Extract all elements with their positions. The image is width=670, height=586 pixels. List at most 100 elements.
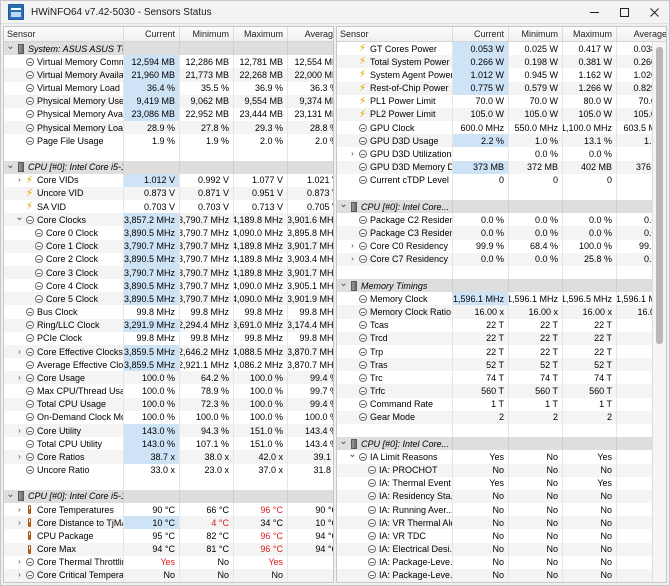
- col-header-average[interactable]: Average: [288, 27, 333, 41]
- sensor-row[interactable]: ›GPU D3D Usage2.2 %1.0 %13.1 %1.5 %: [337, 134, 666, 148]
- sensor-row[interactable]: ⌄ Core Clocks 3,857.2 MHz 3,790.7 MHz 4,189.…: [4, 213, 333, 227]
- sensor-row[interactable]: ›Total CPU Usage100.0 %72.3 %100.0 %99.4…: [4, 397, 333, 411]
- sensor-row[interactable]: ›IA: Running Aver...NoNoNo: [337, 503, 666, 517]
- sensor-row[interactable]: ›Command Rate1 T1 T1 T: [337, 397, 666, 411]
- sensor-row[interactable]: ›CPU Package95 °C82 °C96 °C94 °C: [4, 529, 333, 543]
- sensor-row[interactable]: ›Trp22 T22 T22 T: [337, 344, 666, 359]
- sensor-row[interactable]: ›IA: Residency Sta...NoNoNo: [337, 489, 666, 504]
- sensor-row[interactable]: ›Core C7 Residency0.0 %0.0 %25.8 %0.2 %: [337, 252, 666, 266]
- sensor-row[interactable]: ›Core 5 Clock3,890.5 MHz3,790.7 MHz4,090…: [4, 292, 333, 306]
- sensor-row[interactable]: ›⚡Rest-of-Chip Power0.775 W0.579 W1.266 …: [337, 81, 666, 95]
- chevron-down-icon[interactable]: ⌄: [6, 161, 15, 174]
- sensor-row[interactable]: ›Gear Mode222: [337, 410, 666, 424]
- sensor-row[interactable]: ›⚡PL2 Power Limit105.0 W105.0 W105.0 W10…: [337, 107, 666, 122]
- col-header-minimum[interactable]: Minimum: [180, 27, 234, 41]
- sensor-row[interactable]: ›⚡PL1 Power Limit70.0 W70.0 W80.0 W70.0 …: [337, 94, 666, 108]
- sensor-row[interactable]: ›⚡Core VIDs1.012 V0.992 V1.077 V1.021 V: [4, 173, 333, 187]
- sensor-row[interactable]: ›IA: PROCHOTNoNoNo: [337, 463, 666, 477]
- sensor-row[interactable]: ›IA: Package-Leve...NoNoNo: [337, 568, 666, 582]
- sensor-row[interactable]: ›Page File Usage1.9 %1.9 %2.0 %2.0 %: [4, 134, 333, 148]
- sensor-row[interactable]: ›Tcas22 T22 T22 T: [337, 318, 666, 332]
- sensor-row[interactable]: ›Average Effective Clock3,859.5 MHz2,921…: [4, 358, 333, 372]
- sensor-row[interactable]: ›Core Temperatures90 °C66 °C96 °C90 °C: [4, 503, 333, 517]
- sensor-row[interactable]: ›Package C2 Residency0.0 %0.0 %0.0 %0.0 …: [337, 213, 666, 227]
- sensor-row[interactable]: ›Bus Clock99.8 MHz99.8 MHz99.8 MHz99.8 M…: [4, 305, 333, 319]
- chevron-right-icon[interactable]: ›: [348, 253, 357, 266]
- sensor-group-header[interactable]: ⌄ Memory Timings: [337, 279, 666, 293]
- col-header-maximum-r[interactable]: Maximum: [563, 27, 617, 41]
- sensor-row[interactable]: ›Ring/LLC Clock3,291.9 MHz2,294.4 MHz3,6…: [4, 318, 333, 332]
- sensor-row[interactable]: › Core Effective Clocks 3,859.5 MHz 2,646.2…: [4, 344, 333, 359]
- sensor-row[interactable]: ›Memory Clock1,596.1 MHz1,596.1 MHz1,596…: [337, 292, 666, 306]
- sensor-group-header[interactable]: ⌄ System: ASUS ASUS TUF Gaming F1...: [4, 42, 333, 56]
- sensor-row[interactable]: ›Total CPU Utility143.0 %107.1 %151.0 %1…: [4, 437, 333, 451]
- sensor-group-header[interactable]: ⌄ CPU [#0]: Intel Core i5-11400H: DTS: [4, 489, 333, 504]
- scrollbar-thumb[interactable]: [656, 47, 663, 344]
- sensor-row[interactable]: ›⚡Total System Power0.266 W0.198 W0.381 …: [337, 55, 666, 69]
- chevron-right-icon[interactable]: ›: [15, 424, 24, 437]
- sensor-row[interactable]: ›GPU Clock600.0 MHz550.0 MHz1,100.0 MHz6…: [337, 121, 666, 135]
- sensor-row[interactable]: ›Core 4 Clock3,890.5 MHz3,790.7 MHz4,090…: [4, 279, 333, 293]
- sensor-group-header[interactable]: ⌄ CPU [#0]: Intel Core i5-11400H: [4, 160, 333, 174]
- sensor-row[interactable]: ›Max CPU/Thread Usage100.0 %78.9 %100.0 …: [4, 384, 333, 398]
- chevron-right-icon[interactable]: ›: [348, 147, 357, 160]
- sensor-row[interactable]: ›On-Demand Clock Modulation100.0 %100.0 …: [4, 410, 333, 424]
- sensor-row[interactable]: › Core Ratios 38.7 x38.0 x42.0 x39.1 x: [4, 450, 333, 464]
- sensor-row[interactable]: ›Core 2 Clock3,890.5 MHz3,790.7 MHz4,189…: [4, 252, 333, 266]
- sensor-row[interactable]: ›Core Max94 °C81 °C96 °C94 °C: [4, 542, 333, 556]
- col-header-minimum-r[interactable]: Minimum: [509, 27, 563, 41]
- sensor-row[interactable]: ›Physical Memory Used9,419 MB9,062 MB9,5…: [4, 94, 333, 108]
- col-header-current[interactable]: Current: [124, 27, 180, 41]
- chevron-right-icon[interactable]: ›: [15, 569, 24, 582]
- chevron-right-icon[interactable]: ›: [348, 240, 357, 253]
- sensor-row[interactable]: ›GPU D3D Memory Dy...373 MB372 MB402 MB3…: [337, 160, 666, 174]
- sensor-row[interactable]: ›Package C3 Residency0.0 %0.0 %0.0 %0.0 …: [337, 226, 666, 240]
- sensor-row[interactable]: ›Physical Memory Available23,086 MB22,95…: [4, 107, 333, 122]
- sensor-row[interactable]: ›Current cTDP Level0000: [337, 173, 666, 187]
- chevron-right-icon[interactable]: ›: [15, 371, 24, 384]
- chevron-right-icon[interactable]: ›: [15, 503, 24, 516]
- sensor-row[interactable]: ›IA: Electrical Desi...NoNoNo: [337, 542, 666, 556]
- col-header-sensor-r[interactable]: Sensor: [337, 27, 453, 41]
- chevron-right-icon[interactable]: ›: [15, 516, 24, 529]
- col-header-average-r[interactable]: Average: [617, 27, 666, 41]
- sensor-row[interactable]: ›Trcd22 T22 T22 T: [337, 331, 666, 345]
- sensor-row[interactable]: ›Virtual Memory Available21,960 MB21,773…: [4, 68, 333, 82]
- chevron-down-icon[interactable]: ⌄: [15, 213, 24, 226]
- vertical-scrollbar[interactable]: [652, 42, 666, 582]
- sensor-row[interactable]: ›Trc74 T74 T74 T: [337, 371, 666, 385]
- chevron-down-icon[interactable]: ⌄: [339, 200, 348, 213]
- col-header-current-r[interactable]: Current: [453, 27, 509, 41]
- maximize-button[interactable]: [609, 1, 639, 23]
- sensor-row[interactable]: ›Core 1 Clock3,790.7 MHz3,790.7 MHz4,189…: [4, 239, 333, 253]
- sensor-row[interactable]: ›IA: VR TDCNoNoNo: [337, 529, 666, 543]
- chevron-down-icon[interactable]: ⌄: [348, 450, 357, 463]
- sensor-row[interactable]: ›⚡Uncore VID0.873 V0.871 V0.951 V0.873 V: [4, 186, 333, 201]
- sensor-row[interactable]: ›Virtual Memory Committed12,594 MB12,286…: [4, 55, 333, 69]
- sensor-row[interactable]: ›⚡GT Cores Power0.053 W0.025 W0.417 W0.0…: [337, 42, 666, 56]
- sensor-row[interactable]: ›Tras52 T52 T52 T: [337, 358, 666, 372]
- sensor-row[interactable]: ›Core 0 Clock3,890.5 MHz3,790.7 MHz4,090…: [4, 226, 333, 240]
- close-button[interactable]: [639, 1, 669, 23]
- sensor-row[interactable]: ›Core Usage100.0 %64.2 %100.0 %99.4 %: [4, 371, 333, 385]
- sensor-row[interactable]: ›Core 3 Clock3,790.7 MHz3,790.7 MHz4,189…: [4, 265, 333, 280]
- col-header-sensor[interactable]: Sensor: [4, 27, 124, 41]
- sensor-row[interactable]: › GPU D3D Utilizations 0.0 % 0.0 %: [337, 147, 666, 161]
- chevron-down-icon[interactable]: ⌄: [339, 279, 348, 292]
- sensor-row[interactable]: ›IA: Package-Leve...NoNoNo: [337, 555, 666, 569]
- chevron-down-icon[interactable]: ⌄: [6, 490, 15, 503]
- sensor-row[interactable]: ›Memory Clock Ratio16.00 x16.00 x16.00 x…: [337, 305, 666, 319]
- sensor-row[interactable]: ›⚡System Agent Power1.012 W0.945 W1.162 …: [337, 68, 666, 82]
- sensor-row[interactable]: › Core Thermal Throttling Yes No Yes: [4, 555, 333, 569]
- sensor-row[interactable]: ›IA: Thermal EventYesNoYes: [337, 476, 666, 490]
- chevron-down-icon[interactable]: ⌄: [339, 437, 348, 450]
- sensor-row[interactable]: › Core C0 Residency 99.9 % 68.4 % 100.0 % 99.…: [337, 239, 666, 253]
- sensor-row[interactable]: ›Physical Memory Load28.9 %27.8 %29.3 %2…: [4, 121, 333, 135]
- sensor-row[interactable]: ›Virtual Memory Load36.4 %35.5 %36.9 %36…: [4, 81, 333, 95]
- sensor-row[interactable]: ›Trfc560 T560 T560 T: [337, 384, 666, 398]
- sensor-row[interactable]: ›Core Distance to TjMAX10 °C4 °C34 °C10 …: [4, 516, 333, 530]
- sensor-group-header[interactable]: ⌄ CPU [#0]: Intel Core...: [337, 437, 666, 451]
- sensor-row[interactable]: ⌄ IA Limit Reasons Yes No Yes: [337, 450, 666, 464]
- sensor-group-header[interactable]: ⌄ CPU [#0]: Intel Core...: [337, 200, 666, 214]
- sensor-row[interactable]: ›Uncore Ratio33.0 x23.0 x37.0 x31.8 x: [4, 463, 333, 477]
